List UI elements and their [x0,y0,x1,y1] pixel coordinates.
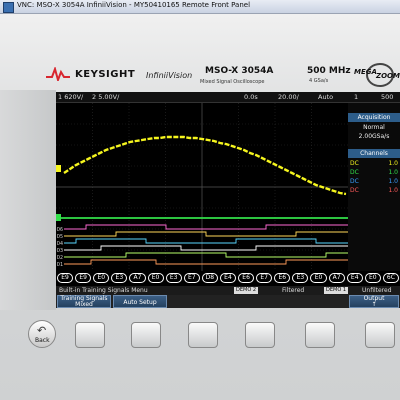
bus-decode-cell: E7 [183,273,200,283]
unfiltered-label: Unfiltered [362,287,392,294]
brand-name: KEYSIGHT [75,69,136,80]
channel-coupling: DC [350,178,359,185]
softkey-hw-button-3[interactable] [188,322,218,348]
back-button[interactable]: ↶ Back [28,320,56,348]
bus1-tag: DEMO 2 [234,287,259,294]
bus-decode-cell: A7 [129,273,146,283]
bus-decode-cell: E4 [219,273,237,283]
acquisition-mode: Normal [363,124,385,131]
softkey-hw-button-6[interactable] [365,322,395,348]
training-signals-value: Mixed [75,301,93,308]
time-scale[interactable]: 20.00/ [278,93,299,101]
bus-decode-cell: A7 [328,273,345,283]
series-name: InfiniiVision [146,71,193,80]
bus-decode-cell: E4 [346,273,363,283]
softkey-hw-button-5[interactable] [305,322,335,348]
bus-decode-cell: E6 [274,273,291,283]
mega-text: MEGA [354,68,377,76]
softkey-hw-button-4[interactable] [245,322,275,348]
samplerate-label: 4 GSa/s [309,78,329,84]
status-bar: 1 620V/ 2 5.00V/ 0.0s 20.00/ Auto 1 500 [56,92,400,103]
channel-row: DC 1.0 [348,160,400,169]
vnc-app-icon [3,2,14,13]
keysight-logo-icon [46,67,70,81]
svg-text:D3: D3 [57,248,63,254]
channel-value: 1.0 [388,178,398,185]
channel-coupling: DC [350,160,359,167]
svg-text:D1: D1 [57,262,63,268]
menu-bar: Built-in Training Signals Menu DEMO 2 Fi… [56,286,400,295]
channel-row: DC 1.0 [348,178,400,187]
bus-decode-cell: E0 [310,273,327,283]
trigger-mode[interactable]: Auto [318,93,333,101]
auto-setup-softkey[interactable]: Auto Setup [113,295,167,308]
bus-decode-cell: E7 [256,273,273,283]
bus2-tag: DEMO 1 [324,287,349,294]
zoom-text: ZOOM [376,72,400,80]
training-signals-softkey[interactable]: Training Signals Mixed [57,295,111,308]
svg-text:D2: D2 [57,255,63,261]
bus-decode-cell: E3 [292,273,309,283]
bus-decode-cell: E9 [57,273,74,283]
channel-value: 1.0 [388,187,398,194]
output-arrow-icon: ↑ [371,301,377,308]
svg-text:D5: D5 [57,234,63,240]
ch2-scale[interactable]: 2 5.00V/ [92,93,119,101]
scope-display: 1 620V/ 2 5.00V/ 0.0s 20.00/ Auto 1 500 [56,92,400,308]
filtered-label: Filtered [282,287,305,294]
left-bezel [0,90,56,310]
channel-coupling: DC [350,187,359,194]
trigger-level[interactable]: 500 [381,93,393,101]
bus-decode-cell: 6C [382,273,399,283]
bus-decode-cell: E3 [165,273,182,283]
bus-decode-cell: E0 [364,273,381,283]
bus-decode-cell: E0 [93,273,110,283]
acquisition-rate: 2.00GSa/s [358,133,390,140]
megazoom-logo: MEGA ZOOM [354,63,400,87]
bus-decode-row: E9 E9 E0 E3 A7 E0 E3 E7 D8 E4 E6 E7 E6 E3 E0 A7 E4 E0 6C [56,273,400,285]
svg-text:D6: D6 [57,227,63,233]
channel-coupling: DC [350,169,359,176]
window-titlebar: VNC: MSO-X 3054A InfiniiVision - MY50410… [0,0,400,14]
channel-value: 1.0 [388,160,398,167]
waveform-grid[interactable]: D6 D5 D4 D3 D2 D1 [56,103,348,271]
window-title: VNC: MSO-X 3054A InfiniiVision - MY50410… [17,1,251,9]
back-label: Back [35,337,50,344]
bus-decode-cell: E3 [111,273,128,283]
ch1-scale[interactable]: 1 620V/ [58,93,83,101]
bus-decode-cell: E6 [238,273,255,283]
softkey-hw-button-2[interactable] [131,322,161,348]
channels-title: Channels [348,149,400,158]
bus-decode-cell: E0 [147,273,164,283]
softkey-hw-button-1[interactable] [75,322,105,348]
bandwidth-label: 500 MHz [307,66,351,76]
svg-text:D4: D4 [57,241,63,247]
back-arrow-icon: ↶ [37,324,47,337]
bus-decode-cell: D8 [201,273,218,283]
output-softkey[interactable]: Output ↑ [349,295,399,308]
model-subtitle: Mixed Signal Oscilloscope [200,79,265,85]
bus-decode-cell: E9 [75,273,92,283]
ch1-waveform [63,135,347,196]
channel-row: DC 1.0 [348,169,400,178]
ch2-marker[interactable] [56,214,61,221]
menu-title: Built-in Training Signals Menu [59,287,148,294]
trigger-channel[interactable]: 1 [354,93,358,101]
acquisition-title: Acquisition [348,113,400,122]
ch1-marker[interactable] [56,165,61,172]
time-position[interactable]: 0.0s [244,93,258,101]
softkey-row: Training Signals Mixed Auto Setup Output… [56,295,400,308]
info-side-panel: Acquisition Normal 2.00GSa/s Channels DC… [348,103,400,271]
channel-value: 1.0 [388,169,398,176]
auto-setup-label: Auto Setup [123,299,157,306]
model-name: MSO-X 3054A [205,66,274,76]
channel-row: DC 1.0 [348,187,400,196]
